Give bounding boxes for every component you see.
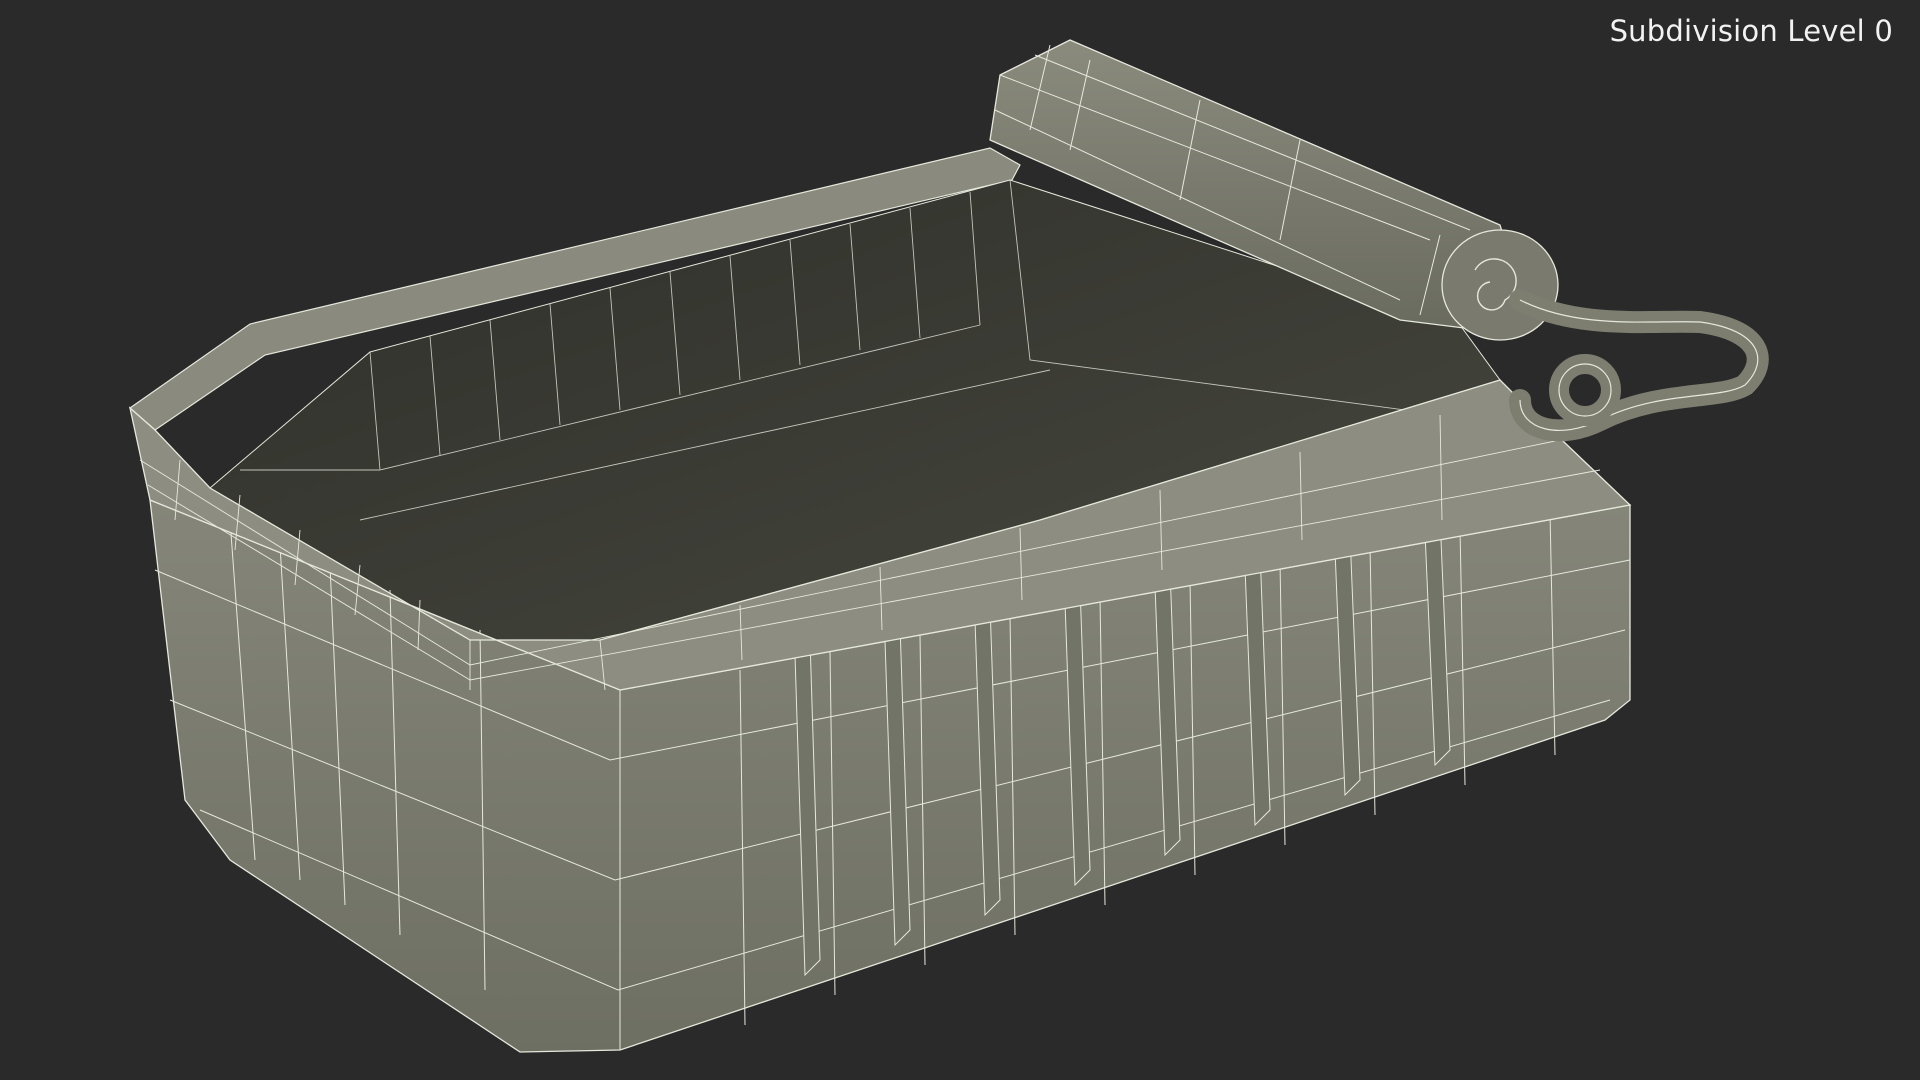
model-render [128, 39, 1769, 1053]
key-pull-ring [1509, 289, 1769, 442]
subdivision-level-label: Subdivision Level 0 [1609, 14, 1893, 48]
3d-viewport[interactable]: Subdivision Level 0 [0, 0, 1920, 1080]
lid-roll-end [1441, 229, 1559, 341]
